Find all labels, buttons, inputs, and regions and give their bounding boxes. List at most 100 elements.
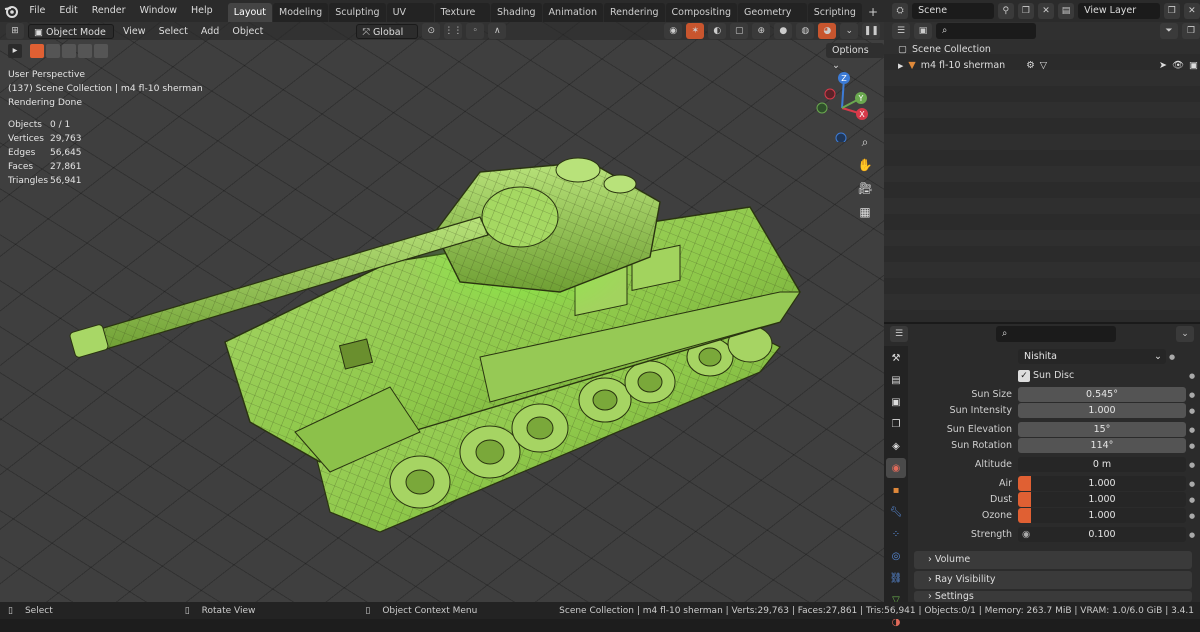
menu-render[interactable]: Render: [85, 0, 133, 22]
properties-options-icon[interactable]: ⌄: [1176, 326, 1194, 342]
tab-modifier-icon[interactable]: 🔧︎: [886, 502, 906, 522]
options-button[interactable]: Options ⌄: [826, 43, 884, 71]
tab-object-icon[interactable]: ▪: [886, 480, 906, 500]
camera-icon[interactable]: 🎥︎: [853, 178, 877, 198]
section-ray-visibility[interactable]: › Ray Visibility: [914, 571, 1192, 589]
keyframe-dot[interactable]: ●: [1186, 512, 1198, 520]
blender-logo-icon[interactable]: [2, 0, 20, 22]
scene-field[interactable]: Scene: [912, 3, 994, 19]
shading-material-icon[interactable]: ◍: [796, 23, 815, 39]
tab-texture-paint[interactable]: Texture Paint: [434, 3, 490, 37]
keyframe-dot[interactable]: ●: [1186, 407, 1198, 415]
tab-physics-icon[interactable]: ◎: [886, 546, 906, 566]
sun-rotation-field[interactable]: 114°: [1018, 438, 1186, 453]
tab-output-icon[interactable]: ▣: [886, 392, 906, 412]
expand-arrow-icon[interactable]: ▶: [898, 58, 903, 74]
dust-slider[interactable]: 1.000: [1018, 492, 1186, 507]
select-extend-icon[interactable]: [46, 44, 60, 58]
falloff-icon[interactable]: ∧: [488, 23, 507, 39]
gizmo-neg-y[interactable]: [816, 102, 828, 114]
keyframe-dot[interactable]: ●: [1186, 391, 1198, 399]
shading-rendered-icon[interactable]: ◕: [818, 23, 837, 39]
sun-elevation-field[interactable]: 15°: [1018, 422, 1186, 437]
tab-animation[interactable]: Animation: [542, 3, 603, 22]
new-scene-icon[interactable]: ❐: [1017, 3, 1034, 19]
scene-icon[interactable]: ⛭: [892, 3, 909, 19]
eye-icon[interactable]: 👁︎: [1172, 58, 1184, 74]
section-settings[interactable]: › Settings: [914, 591, 1192, 602]
keyframe-dot[interactable]: ●: [1186, 461, 1198, 469]
sky-type-dropdown[interactable]: Nishita ⌄: [1018, 349, 1166, 364]
altitude-field[interactable]: 0 m: [1018, 457, 1186, 472]
pause-icon[interactable]: ❚❚: [862, 23, 881, 39]
gizmo-neg-x[interactable]: [824, 88, 836, 100]
shading-options-icon[interactable]: ⌄: [840, 23, 859, 39]
tab-modeling[interactable]: Modeling: [273, 3, 329, 22]
menu-view[interactable]: View: [118, 26, 151, 37]
menu-select[interactable]: Select: [154, 26, 193, 37]
keyframe-dot[interactable]: ●: [1186, 496, 1198, 504]
new-collection-icon[interactable]: ❐: [1182, 23, 1200, 39]
tab-sculpting[interactable]: Sculpting: [329, 3, 386, 22]
ortho-grid-icon[interactable]: ▦: [853, 202, 877, 222]
delete-scene-icon[interactable]: ✕: [1037, 3, 1055, 19]
tab-constraints-icon[interactable]: ⛓: [886, 568, 906, 588]
visibility-icon[interactable]: ◉: [664, 23, 683, 39]
menu-object[interactable]: Object: [227, 26, 268, 37]
tab-world-icon[interactable]: ◉: [886, 458, 906, 478]
properties-search-input[interactable]: ⌕: [996, 326, 1116, 342]
sun-size-field[interactable]: 0.545°: [1018, 387, 1186, 402]
select-new-icon[interactable]: [30, 44, 44, 58]
3d-viewport[interactable]: ⊞ ▣ Object Mode ⌄ View Select Add Object…: [0, 22, 884, 602]
shading-solid-icon[interactable]: ●: [774, 23, 793, 39]
sun-disc-checkbox[interactable]: ✓ Sun Disc: [1018, 369, 1186, 382]
tab-shading[interactable]: Shading: [490, 3, 542, 22]
menu-add[interactable]: Add: [196, 26, 224, 37]
keyframe-dot[interactable]: ●: [1186, 531, 1198, 539]
filter-icon[interactable]: ⏷: [1160, 23, 1178, 39]
air-slider[interactable]: 1.000: [1018, 476, 1186, 491]
tab-particles-icon[interactable]: ⁘: [886, 524, 906, 544]
view-layer-icon[interactable]: ▤: [1058, 3, 1075, 19]
pin-icon[interactable]: ⚲: [997, 3, 1014, 19]
tab-scripting[interactable]: Scripting: [807, 3, 862, 22]
tank-model[interactable]: [60, 132, 820, 542]
tab-view-layer-icon[interactable]: ❐: [886, 414, 906, 434]
proportional-edit-icon[interactable]: ◦: [466, 23, 485, 39]
outliner-search-input[interactable]: ⌕: [936, 23, 1036, 39]
menu-window[interactable]: Window: [133, 0, 184, 22]
keyframe-dot[interactable]: ●: [1186, 426, 1198, 434]
sun-intensity-field[interactable]: 1.000: [1018, 403, 1186, 418]
outliner-row-scene-collection[interactable]: ▢ Scene Collection: [898, 42, 991, 58]
properties-editor-icon[interactable]: ☰: [890, 326, 908, 342]
tab-layout[interactable]: Layout: [227, 3, 272, 22]
keyframe-dot[interactable]: ●: [1166, 353, 1178, 361]
zoom-icon[interactable]: ⌕: [853, 132, 877, 152]
pan-hand-icon[interactable]: ✋: [853, 155, 877, 175]
outliner-row-object[interactable]: ▶ ▼ m4 fl-10 sherman ⚙ ▽ ➤ 👁︎ ▣: [898, 58, 1198, 74]
delete-view-layer-icon[interactable]: ✕: [1183, 3, 1200, 19]
tab-rendering[interactable]: Rendering: [603, 3, 665, 22]
menu-help[interactable]: Help: [184, 0, 220, 22]
select-arrow-icon[interactable]: ➤: [1159, 58, 1167, 74]
overlay-toggle-icon[interactable]: ◐: [708, 23, 727, 39]
tab-tool-icon[interactable]: ⚒: [886, 348, 906, 368]
gizmo-neg-z[interactable]: [835, 132, 847, 142]
gizmo-toggle-icon[interactable]: ✶: [686, 23, 705, 39]
keyframe-dot[interactable]: ●: [1186, 480, 1198, 488]
render-camera-icon[interactable]: ▣: [1189, 58, 1198, 74]
tab-compositing[interactable]: Compositing: [665, 3, 738, 22]
outliner-editor-icon[interactable]: ☰: [892, 23, 910, 39]
tab-uv-editing[interactable]: UV Editing: [386, 3, 434, 37]
tab-render-icon[interactable]: ▤: [886, 370, 906, 390]
menu-edit[interactable]: Edit: [52, 0, 84, 22]
new-view-layer-icon[interactable]: ❐: [1163, 3, 1180, 19]
select-intersect-icon[interactable]: [94, 44, 108, 58]
tool-cursor-icon[interactable]: ▸: [8, 44, 22, 58]
tab-scene-icon[interactable]: ◈: [886, 436, 906, 456]
snap-icon[interactable]: ⋮⋮: [444, 23, 463, 39]
strength-field[interactable]: ◉ 0.100: [1018, 527, 1186, 542]
keyframe-dot[interactable]: ●: [1186, 442, 1198, 450]
xray-icon[interactable]: ▢: [730, 23, 749, 39]
orientation-dropdown[interactable]: ⤧ Global: [356, 23, 419, 39]
